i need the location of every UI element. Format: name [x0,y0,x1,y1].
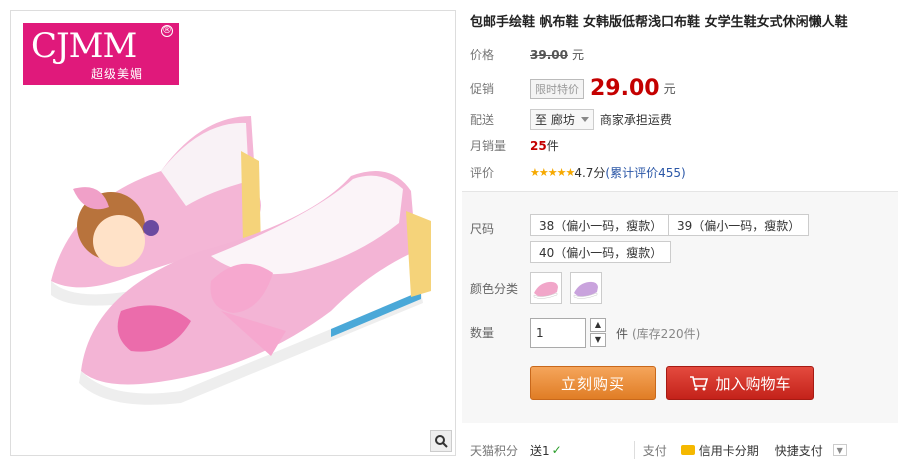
review-count-link[interactable]: (累计评价455) [605,164,685,181]
add-to-cart-button[interactable]: 加入购物车 [666,366,814,400]
buy-now-button[interactable]: 立刻购买 [530,366,656,400]
promo-tag: 限时特价 [530,78,584,99]
sales-count: 25 [530,138,547,153]
promo-label: 促销 [470,82,495,96]
sales-unit: 件 [546,139,559,153]
credit-card-icon [680,445,695,455]
chevron-down-icon[interactable]: ▼ [832,444,847,456]
rating-label: 评价 [470,166,495,180]
color-label: 颜色分类 [470,282,519,296]
quantity-unit: 件 [616,327,629,341]
delivery-label: 配送 [470,113,495,127]
product-title: 包邮手绘鞋 帆布鞋 女韩版低帮浅口布鞋 女学生鞋女式休闲懒人鞋 [470,15,848,30]
payment-info-bar: 天猫积分 送1 ✓ 支付 信用卡分期 快捷支付 ▼ [470,440,900,460]
delivery-location-select[interactable]: 至 廊坊 [530,109,594,130]
cart-icon [690,376,709,391]
rating-stars-icon: ★★★★★ [530,166,575,179]
credit-installment-option[interactable]: 信用卡分期 [699,442,759,459]
promo-unit: 元 [663,82,676,96]
rating-score: 4.7分 [574,166,606,180]
chevron-down-icon [580,117,589,122]
promo-price-row: 促销 限时特价 29.00 元 [470,76,676,101]
points-check-icon: ✓ [551,443,562,457]
quantity-decrease-button[interactable]: ▼ [590,333,606,347]
sales-row: 月销量 25 件 [470,137,559,154]
purchase-options-panel: 尺码 38（偏小一码，瘦款） 39（偏小一码，瘦款） 40（偏小一码，瘦款） 颜… [462,191,898,423]
rating-row: 评价 ★★★★★ 4.7分 (累计评价455) [470,164,686,181]
stock-count: (库存220件) [632,327,701,341]
delivery-row: 配送 至 廊坊 商家承担运费 [470,109,672,130]
quantity-input[interactable]: 1 [530,318,586,348]
original-price-row: 价格 39.00 元 [470,46,584,63]
sales-label: 月销量 [470,139,507,153]
original-price: 39.00 [530,47,568,62]
shipping-note: 商家承担运费 [599,113,672,127]
zoom-icon[interactable] [430,430,452,452]
payment-label: 支付 [642,443,667,458]
quick-pay-option[interactable]: 快捷支付 [775,442,823,459]
size-option-40[interactable]: 40（偏小一码，瘦款） [530,241,672,263]
product-photo [51,116,431,405]
color-option-2[interactable] [570,272,602,304]
size-option-38[interactable]: 38（偏小一码，瘦款） [530,214,672,236]
size-option-39[interactable]: 39（偏小一码，瘦款） [668,214,810,236]
points-label: 天猫积分 [470,443,519,458]
add-to-cart-label: 加入购物车 [715,374,791,393]
product-image-gallery[interactable]: CJMM ® 超级美媚 [10,10,456,456]
divider [633,441,635,459]
color-option-1[interactable] [530,272,562,304]
delivery-location: 至 廊坊 [535,113,575,127]
promo-price: 29.00 [590,76,660,101]
price-unit: 元 [571,48,584,62]
quantity-increase-button[interactable]: ▲ [590,318,606,332]
quantity-label: 数量 [470,326,495,340]
size-label: 尺码 [470,222,495,236]
price-label: 价格 [470,48,495,62]
points-value: 送1 [530,443,550,458]
